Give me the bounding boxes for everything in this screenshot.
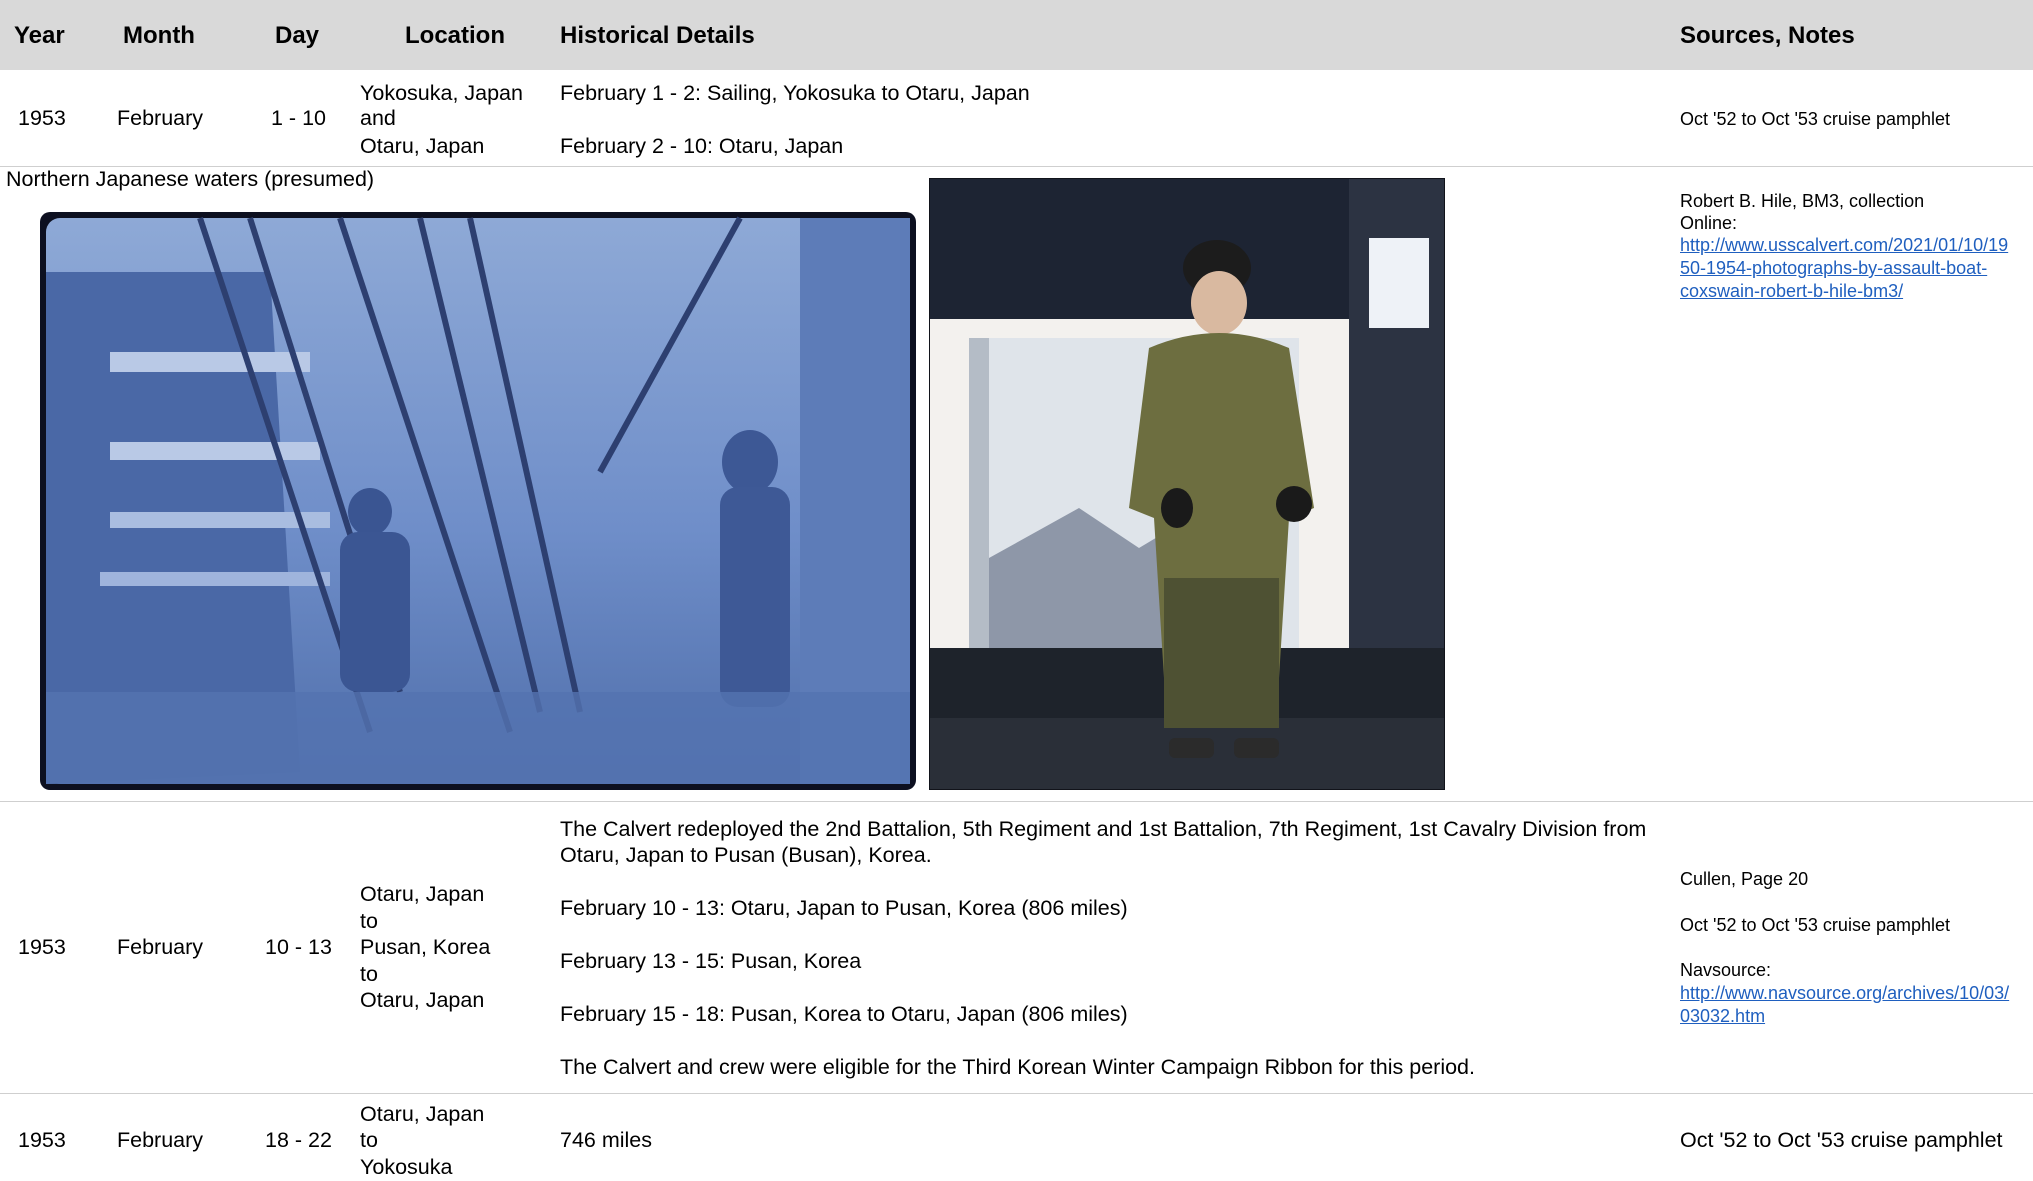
row2-source-3: Navsource: [1680, 960, 1772, 980]
photo-source-link[interactable]: http://www.usscalvert.com/2021/01/10/19 … [1680, 234, 2008, 303]
photo-ship-deck-winter [40, 212, 916, 790]
row2-source-link-line-1[interactable]: http://www.navsource.org/archives/10/03/ [1680, 982, 2009, 1005]
row1-month: February [117, 106, 204, 130]
photo-caption: Northern Japanese waters (presumed) [6, 167, 375, 191]
row3-location-line-3: Yokosuka [360, 1155, 453, 1179]
row1-detail-1: February 1 - 2: Sailing, Yokosuka to Ota… [560, 81, 1030, 105]
row3-location-line-1: Otaru, Japan [360, 1102, 485, 1126]
row2-location-line-5: Otaru, Japan [360, 988, 485, 1012]
row-divider [0, 801, 2033, 802]
row3-detail: 746 miles [560, 1128, 653, 1152]
row2-source-2: Oct '52 to Oct '53 cruise pamphlet [1680, 915, 1950, 935]
row3-location-line-2: to [360, 1128, 378, 1152]
row2-detail-1: The Calvert redeployed the 2nd Battalion… [560, 817, 1647, 841]
photo-sailor-on-deck [929, 178, 1445, 790]
row2-location-line-2: to [360, 909, 378, 933]
row1-location-line-3: Otaru, Japan [360, 134, 485, 158]
row2-location-line-4: to [360, 962, 378, 986]
header-day: Day [275, 22, 320, 49]
row1-source: Oct '52 to Oct '53 cruise pamphlet [1680, 109, 1950, 129]
row2-detail-3: February 10 - 13: Otaru, Japan to Pusan,… [560, 896, 1128, 920]
row3-year: 1953 [18, 1128, 66, 1152]
row2-month: February [117, 935, 204, 959]
row2-detail-5: February 15 - 18: Pusan, Korea to Otaru,… [560, 1002, 1128, 1026]
row2-detail-4: February 13 - 15: Pusan, Korea [560, 949, 862, 973]
header-sources-notes: Sources, Notes [1680, 22, 1855, 49]
photo-source-line-1: Robert B. Hile, BM3, collection [1680, 191, 1925, 211]
row1-location-line-1: Yokosuka, Japan [360, 81, 523, 105]
row1-year: 1953 [18, 106, 66, 130]
row2-location-line-3: Pusan, Korea [360, 935, 491, 959]
row3-month: February [117, 1128, 204, 1152]
row2-source-link-line-2[interactable]: 03032.htm [1680, 1005, 2009, 1028]
header-location: Location [405, 22, 505, 49]
row2-day: 10 - 13 [265, 935, 332, 959]
row2-source-1: Cullen, Page 20 [1680, 869, 1809, 889]
row2-location-line-1: Otaru, Japan [360, 882, 485, 906]
row1-detail-2: February 2 - 10: Otaru, Japan [560, 134, 844, 158]
photo-source-line-2: Online: [1680, 213, 1738, 233]
header-month: Month [123, 22, 195, 49]
row-divider [0, 1093, 2033, 1094]
row1-location-line-2: and [360, 106, 396, 130]
row2-detail-2: Otaru, Japan to Pusan (Busan), Korea. [560, 843, 932, 867]
photo-source-link-line-3[interactable]: coxswain-robert-b-hile-bm3/ [1680, 280, 2008, 303]
row2-source-link[interactable]: http://www.navsource.org/archives/10/03/… [1680, 982, 2009, 1028]
row3-day: 18 - 22 [265, 1128, 332, 1152]
header-year: Year [14, 22, 65, 49]
row1-day: 1 - 10 [271, 106, 326, 130]
photo-source-link-line-1[interactable]: http://www.usscalvert.com/2021/01/10/19 [1680, 234, 2008, 257]
header-historical-details: Historical Details [560, 22, 755, 49]
row2-detail-6: The Calvert and crew were eligible for t… [560, 1055, 1475, 1079]
row2-year: 1953 [18, 935, 66, 959]
photo-source-link-line-2[interactable]: 50-1954-photographs-by-assault-boat- [1680, 257, 2008, 280]
row3-source: Oct '52 to Oct '53 cruise pamphlet [1680, 1128, 2003, 1152]
